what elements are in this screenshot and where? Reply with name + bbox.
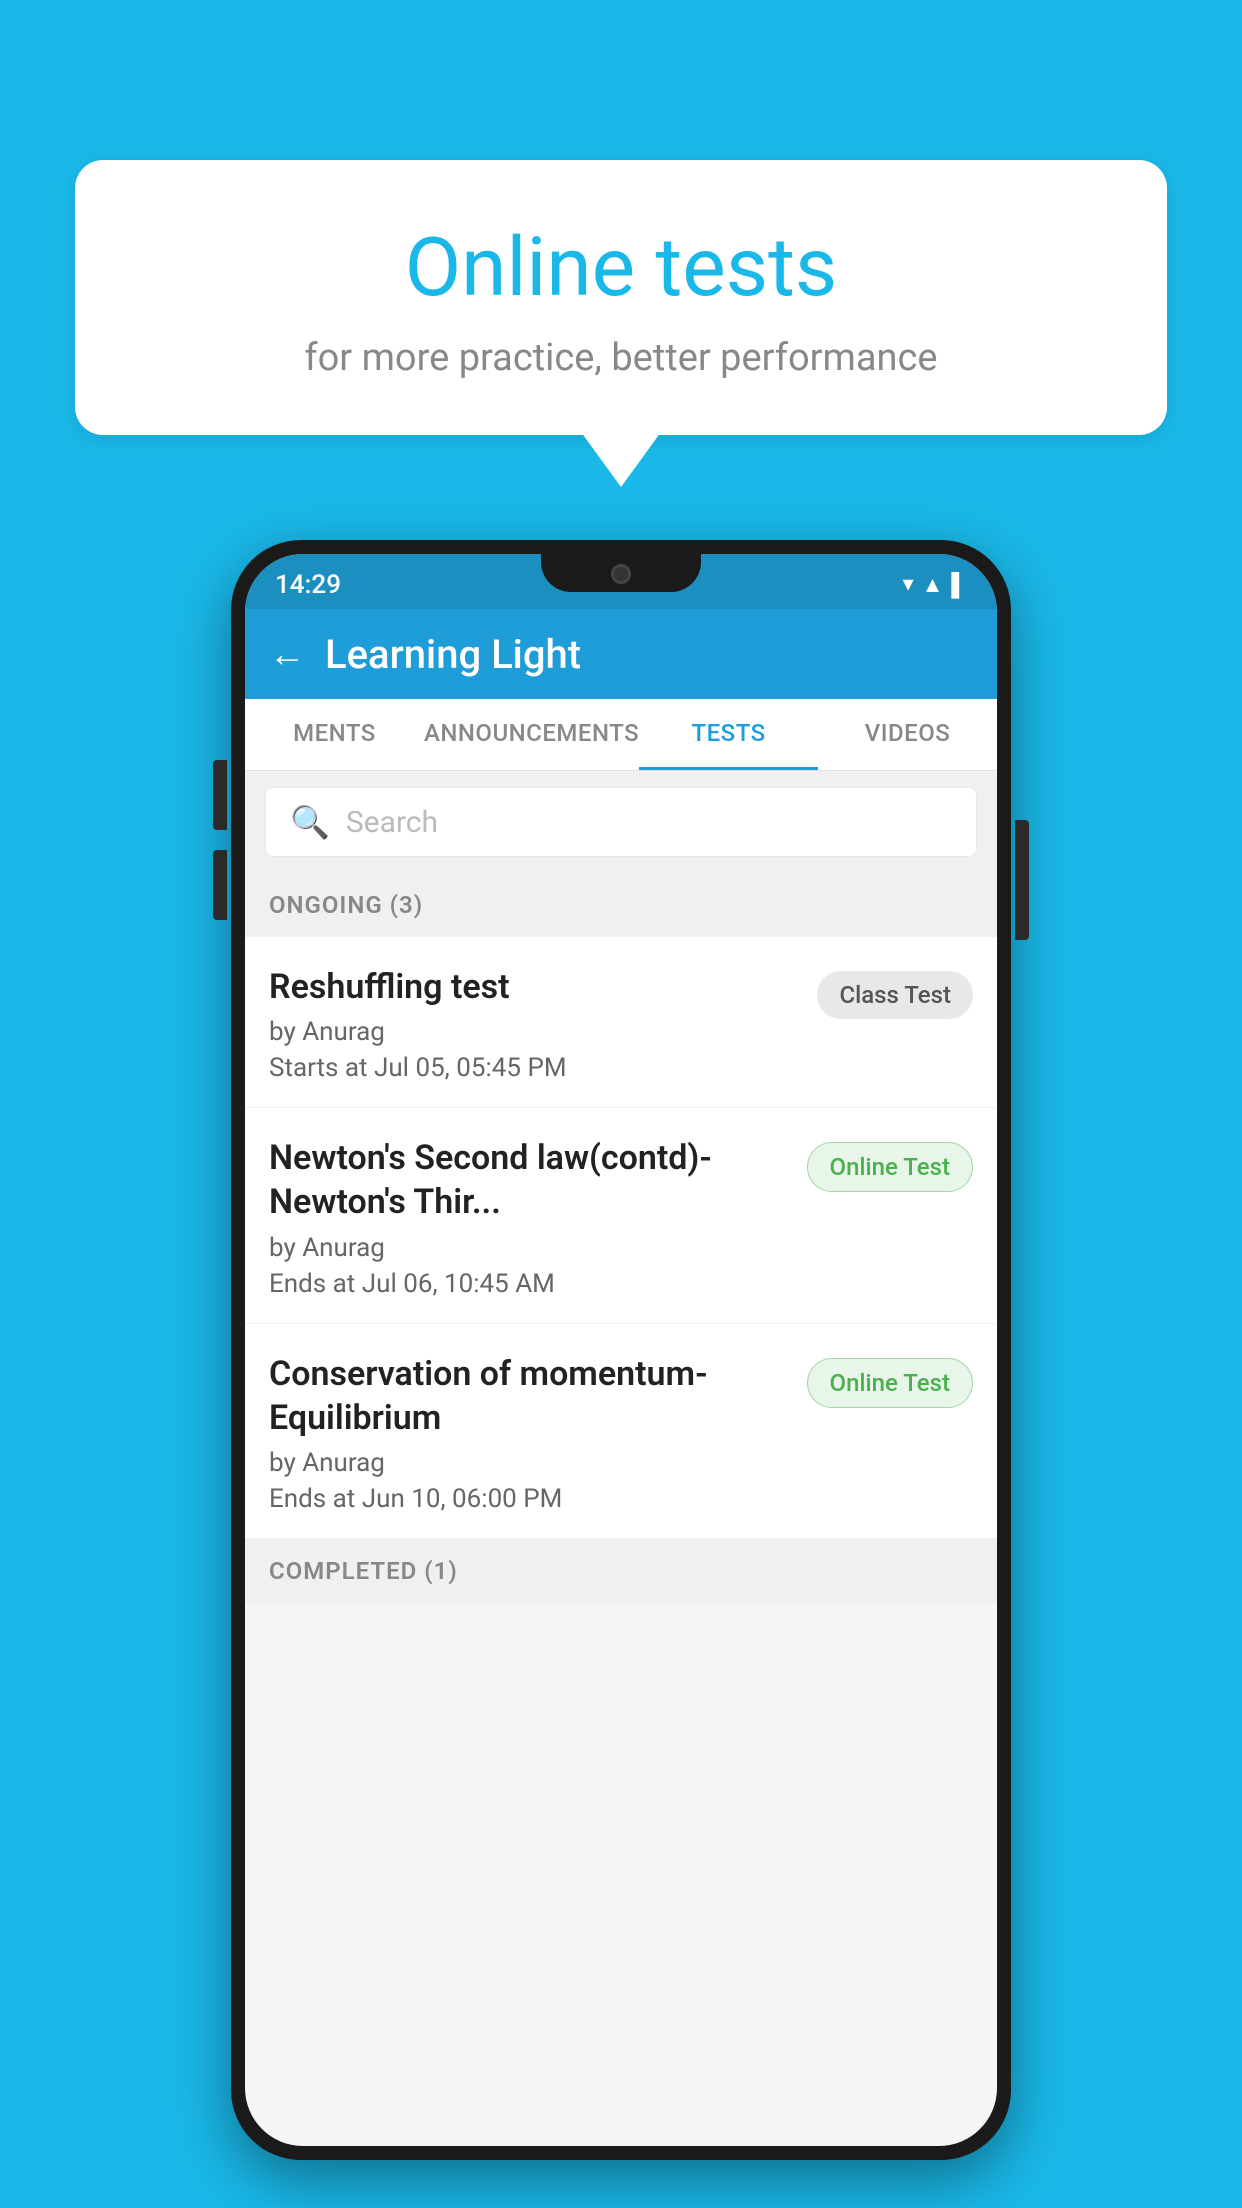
side-button-power: [1015, 820, 1029, 940]
speech-bubble: Online tests for more practice, better p…: [75, 160, 1167, 435]
phone-screen: 14:29 ▾ ▲ ▌ ← Learning Light MENTS ANNOU…: [245, 554, 997, 2146]
test-name-reshuffling: Reshuffling test: [269, 965, 801, 1009]
test-date-conservation: Ends at Jun 10, 06:00 PM: [269, 1484, 791, 1514]
tab-ments[interactable]: MENTS: [245, 699, 424, 770]
side-button-vol-up: [213, 760, 227, 830]
search-icon: 🔍: [290, 803, 330, 841]
battery-icon: ▌: [951, 572, 967, 598]
test-list: Reshuffling test by Anurag Starts at Jul…: [245, 937, 997, 1539]
test-item-newtons[interactable]: Newton's Second law(contd)-Newton's Thir…: [245, 1108, 997, 1323]
ongoing-section-header: ONGOING (3): [245, 873, 997, 937]
tab-tests[interactable]: TESTS: [639, 699, 818, 770]
side-button-vol-down: [213, 850, 227, 920]
test-author-newtons: by Anurag: [269, 1233, 791, 1263]
phone-notch: [541, 554, 701, 592]
test-name-newtons: Newton's Second law(contd)-Newton's Thir…: [269, 1136, 791, 1224]
signal-icon: ▲: [922, 572, 944, 598]
tab-announcements[interactable]: ANNOUNCEMENTS: [424, 699, 639, 770]
search-placeholder: Search: [346, 805, 438, 840]
phone-camera: [611, 564, 631, 584]
tabs-bar: MENTS ANNOUNCEMENTS TESTS VIDEOS: [245, 699, 997, 771]
status-time: 14:29: [275, 570, 341, 600]
test-date-reshuffling: Starts at Jul 05, 05:45 PM: [269, 1053, 801, 1083]
test-author-conservation: by Anurag: [269, 1448, 791, 1478]
badge-class-test: Class Test: [817, 971, 973, 1019]
search-container: 🔍 Search: [245, 771, 997, 873]
bubble-subtitle: for more practice, better performance: [155, 336, 1087, 380]
status-icons: ▾ ▲ ▌: [903, 572, 967, 598]
test-date-newtons: Ends at Jul 06, 10:45 AM: [269, 1269, 791, 1299]
tab-videos[interactable]: VIDEOS: [818, 699, 997, 770]
phone-frame: 14:29 ▾ ▲ ▌ ← Learning Light MENTS ANNOU…: [231, 540, 1011, 2160]
bubble-title: Online tests: [155, 220, 1087, 316]
wifi-icon: ▾: [903, 572, 914, 597]
test-info-reshuffling: Reshuffling test by Anurag Starts at Jul…: [269, 965, 801, 1083]
back-button[interactable]: ←: [269, 633, 305, 675]
app-title: Learning Light: [325, 631, 581, 678]
test-item-reshuffling[interactable]: Reshuffling test by Anurag Starts at Jul…: [245, 937, 997, 1108]
test-item-conservation[interactable]: Conservation of momentum-Equilibrium by …: [245, 1324, 997, 1539]
completed-section-header: COMPLETED (1): [245, 1539, 997, 1603]
test-info-conservation: Conservation of momentum-Equilibrium by …: [269, 1352, 791, 1514]
badge-online-test-1: Online Test: [807, 1142, 973, 1192]
speech-bubble-container: Online tests for more practice, better p…: [75, 160, 1167, 435]
badge-online-test-2: Online Test: [807, 1358, 973, 1408]
test-info-newtons: Newton's Second law(contd)-Newton's Thir…: [269, 1136, 791, 1298]
search-bar[interactable]: 🔍 Search: [265, 787, 977, 857]
app-header: ← Learning Light: [245, 609, 997, 699]
test-name-conservation: Conservation of momentum-Equilibrium: [269, 1352, 791, 1440]
test-author-reshuffling: by Anurag: [269, 1017, 801, 1047]
